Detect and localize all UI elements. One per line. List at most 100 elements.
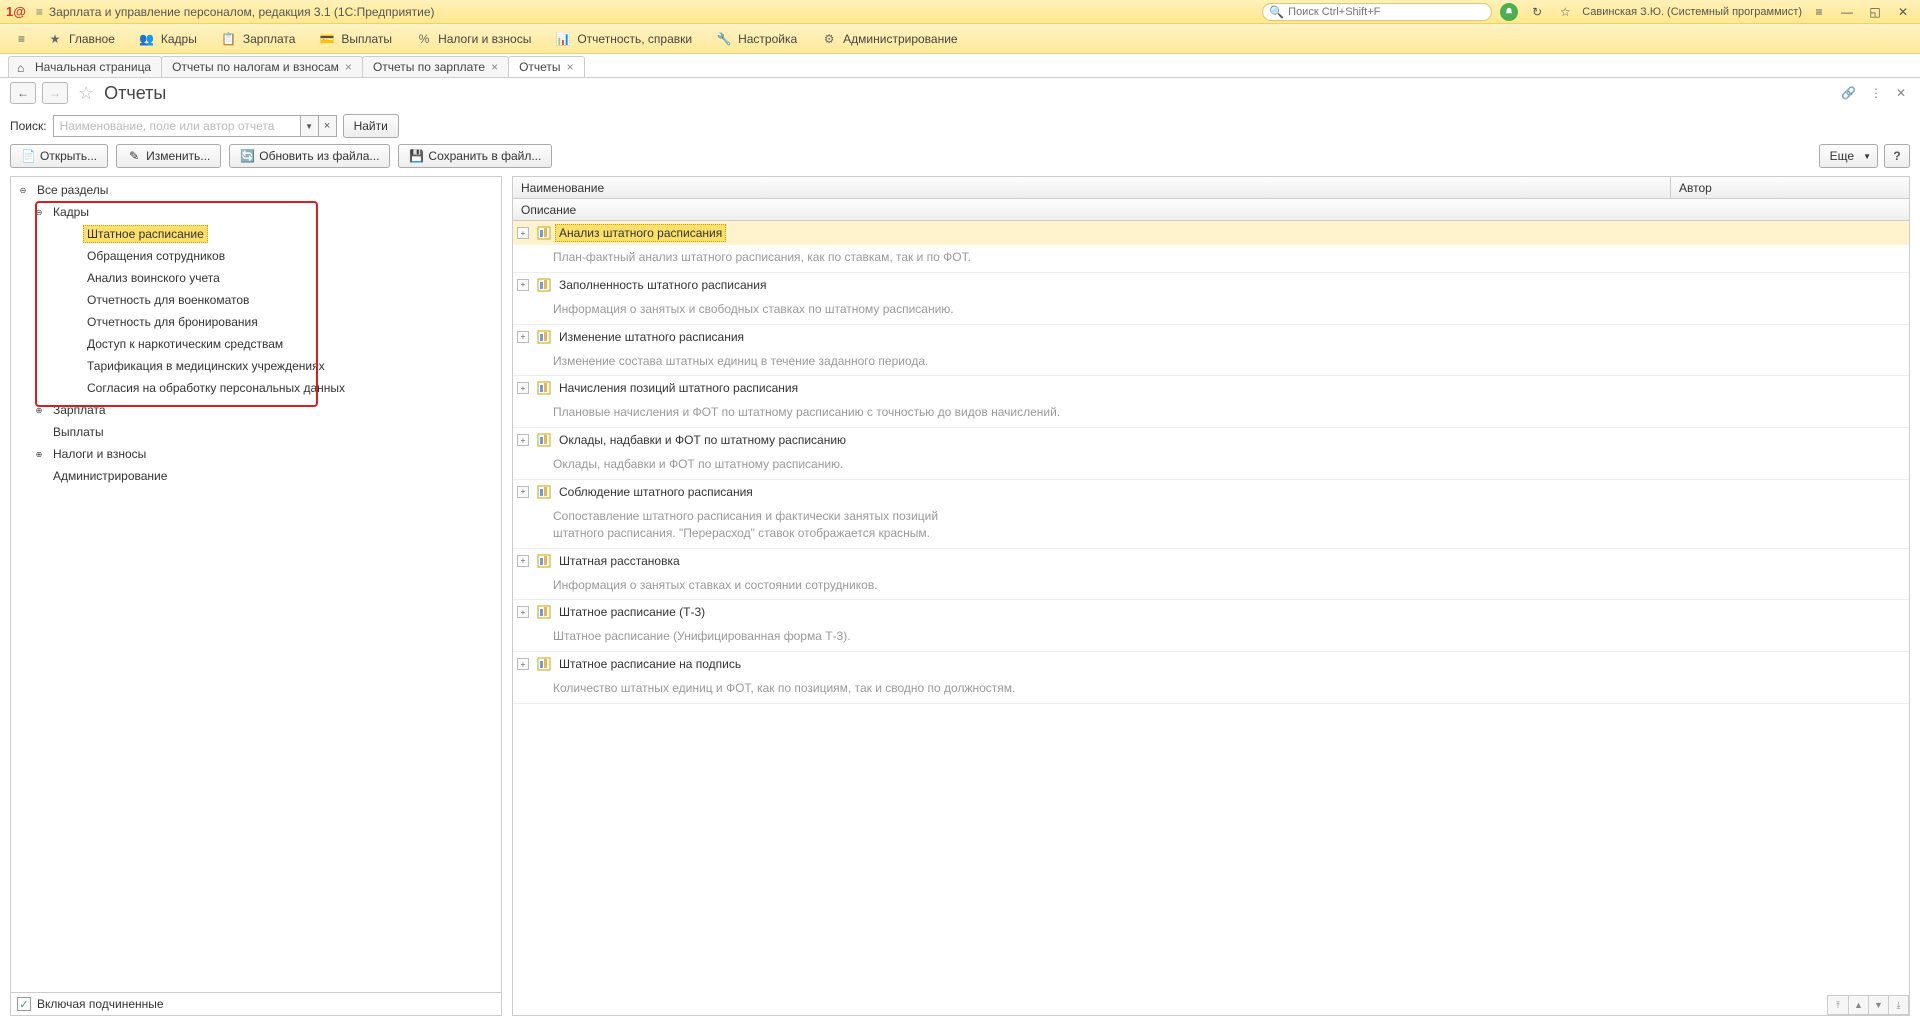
- minimize-icon[interactable]: —: [1836, 1, 1858, 23]
- tree-item[interactable]: Отчетность для военкоматов: [11, 289, 501, 311]
- tree-item[interactable]: Обращения сотрудников: [11, 245, 501, 267]
- report-row[interactable]: +Начисления позиций штатного расписанияП…: [513, 376, 1909, 428]
- tree-item[interactable]: ⊕Налоги и взносы: [11, 443, 501, 465]
- include-subordinates[interactable]: ✓ Включая подчиненные: [11, 992, 501, 1015]
- tree-toggle-icon[interactable]: ⊕: [33, 448, 45, 460]
- menu-Отчетность, справки[interactable]: 📊Отчетность, справки: [543, 26, 704, 52]
- expand-icon[interactable]: +: [517, 555, 529, 567]
- more-button[interactable]: Еще▼: [1819, 144, 1878, 168]
- global-search[interactable]: 🔍: [1262, 3, 1492, 21]
- menu-Выплаты[interactable]: 💳Выплаты: [307, 26, 404, 52]
- report-row[interactable]: +Анализ штатного расписанияПлан-фактный …: [513, 221, 1909, 273]
- tab-Отчеты по налогам и взносам[interactable]: Отчеты по налогам и взносам×: [161, 56, 363, 77]
- pencil-icon: ✎: [127, 149, 141, 163]
- tree-item[interactable]: Согласия на обработку персональных данны…: [11, 377, 501, 399]
- menu-Главное[interactable]: ★Главное: [35, 26, 127, 52]
- grid-bottom-icon[interactable]: ⤓: [1888, 996, 1908, 1014]
- col-author[interactable]: Автор: [1671, 177, 1909, 198]
- close-window-icon[interactable]: ✕: [1892, 1, 1914, 23]
- close-tab-icon[interactable]: ×: [567, 60, 574, 74]
- report-name: Начисления позиций штатного расписания: [555, 379, 802, 397]
- main-menu-toggle[interactable]: ≡: [10, 27, 33, 51]
- global-search-input[interactable]: [1288, 6, 1485, 18]
- search-dropdown[interactable]: ▼: [301, 115, 319, 137]
- tab-Отчеты по зарплате[interactable]: Отчеты по зарплате×: [362, 56, 509, 77]
- menu-Зарплата[interactable]: 📋Зарплата: [209, 26, 308, 52]
- user-name[interactable]: Савинская З.Ю. (Системный программист): [1582, 6, 1802, 18]
- tree-item[interactable]: Тарификация в медицинских учреждениях: [11, 355, 501, 377]
- notifications-icon[interactable]: [1498, 1, 1520, 23]
- more-icon[interactable]: ⋮: [1866, 82, 1886, 104]
- report-row[interactable]: +Оклады, надбавки и ФОТ по штатному расп…: [513, 428, 1909, 480]
- tree-toggle-icon[interactable]: ⊖: [33, 206, 45, 218]
- toolbar: 📄Открыть... ✎Изменить... 🔄Обновить из фа…: [0, 144, 1920, 176]
- report-row[interactable]: +Соблюдение штатного расписанияСопоставл…: [513, 480, 1909, 549]
- grid-top-icon[interactable]: ⤒: [1828, 996, 1848, 1014]
- expand-icon[interactable]: +: [517, 331, 529, 343]
- tree-toggle-icon[interactable]: ⊖: [17, 184, 29, 196]
- report-icon: [537, 381, 551, 395]
- report-row[interactable]: +Изменение штатного расписанияИзменение …: [513, 325, 1909, 377]
- find-button[interactable]: Найти: [343, 114, 399, 138]
- tab-Отчеты[interactable]: Отчеты ×: [508, 56, 585, 77]
- close-tab-icon[interactable]: ×: [345, 60, 352, 74]
- refresh-icon: 🔄: [240, 149, 254, 163]
- logo-1c: 1@: [6, 4, 26, 19]
- menu-icon: 📊: [555, 31, 571, 47]
- expand-icon[interactable]: +: [517, 486, 529, 498]
- menu-icon: 🔧: [716, 31, 732, 47]
- edit-button[interactable]: ✎Изменить...: [116, 144, 221, 168]
- expand-icon[interactable]: +: [517, 606, 529, 618]
- tree-item-label: Администрирование: [49, 467, 171, 485]
- expand-icon[interactable]: +: [517, 658, 529, 670]
- tree-item[interactable]: Выплаты: [11, 421, 501, 443]
- close-page-icon[interactable]: ✕: [1892, 82, 1910, 104]
- tree-item[interactable]: ⊖Все разделы: [11, 179, 501, 201]
- tree-item[interactable]: Штатное расписание: [11, 223, 501, 245]
- report-row[interactable]: +Заполненность штатного расписанияИнформ…: [513, 273, 1909, 325]
- history-icon[interactable]: ↻: [1526, 1, 1548, 23]
- tree-item[interactable]: ⊖Кадры: [11, 201, 501, 223]
- tree-item[interactable]: Доступ к наркотическим средствам: [11, 333, 501, 355]
- checkbox-icon[interactable]: ✓: [17, 997, 31, 1011]
- grid-down-icon[interactable]: ▼: [1868, 996, 1888, 1014]
- tree-item[interactable]: Анализ воинского учета: [11, 267, 501, 289]
- open-button[interactable]: 📄Открыть...: [10, 144, 108, 168]
- search-input[interactable]: [53, 115, 301, 137]
- menu-label: Администрирование: [843, 32, 957, 46]
- menu-Администрирование[interactable]: ⚙ Администрирование: [809, 26, 969, 52]
- report-row[interactable]: +Штатное расписание на подписьКоличество…: [513, 652, 1909, 704]
- favorites-icon[interactable]: ☆: [1554, 1, 1576, 23]
- help-button[interactable]: ?: [1884, 144, 1910, 168]
- settings-icon[interactable]: ≡: [1808, 1, 1830, 23]
- app-menu-icon[interactable]: ≡: [36, 5, 43, 19]
- menu-Налоги и взносы[interactable]: %Налоги и взносы: [404, 26, 543, 52]
- forward-button[interactable]: →: [42, 82, 68, 104]
- menu-Настройка[interactable]: 🔧Настройка: [704, 26, 809, 52]
- grid-up-icon[interactable]: ▲: [1848, 996, 1868, 1014]
- col-name[interactable]: Наименование: [513, 177, 1671, 198]
- tab-label: Отчеты: [519, 60, 560, 74]
- tree-item[interactable]: Администрирование: [11, 465, 501, 487]
- report-row[interactable]: +Штатная расстановкаИнформация о занятых…: [513, 549, 1909, 601]
- menu-Кадры[interactable]: 👥Кадры: [127, 26, 209, 52]
- expand-icon[interactable]: +: [517, 279, 529, 291]
- back-button[interactable]: ←: [10, 82, 36, 104]
- expand-icon[interactable]: +: [517, 382, 529, 394]
- expand-icon[interactable]: +: [517, 227, 529, 239]
- link-icon[interactable]: 🔗: [1837, 82, 1860, 104]
- tree-item[interactable]: Отчетность для бронирования: [11, 311, 501, 333]
- expand-icon[interactable]: +: [517, 434, 529, 446]
- save-button[interactable]: 💾Сохранить в файл...: [398, 144, 552, 168]
- menu-icon: ⚙: [821, 31, 837, 47]
- report-row[interactable]: +Штатное расписание (Т-3)Штатное расписа…: [513, 600, 1909, 652]
- favorite-toggle[interactable]: ☆: [78, 83, 94, 104]
- tree-toggle-icon[interactable]: ⊕: [33, 404, 45, 416]
- col-description[interactable]: Описание: [513, 199, 1909, 221]
- search-clear[interactable]: ×: [319, 115, 337, 137]
- refresh-button[interactable]: 🔄Обновить из файла...: [229, 144, 390, 168]
- tree-item[interactable]: ⊕Зарплата: [11, 399, 501, 421]
- tab-Начальная страница[interactable]: ⌂Начальная страница: [8, 56, 162, 77]
- close-tab-icon[interactable]: ×: [491, 60, 498, 74]
- maximize-icon[interactable]: ◱: [1864, 1, 1886, 23]
